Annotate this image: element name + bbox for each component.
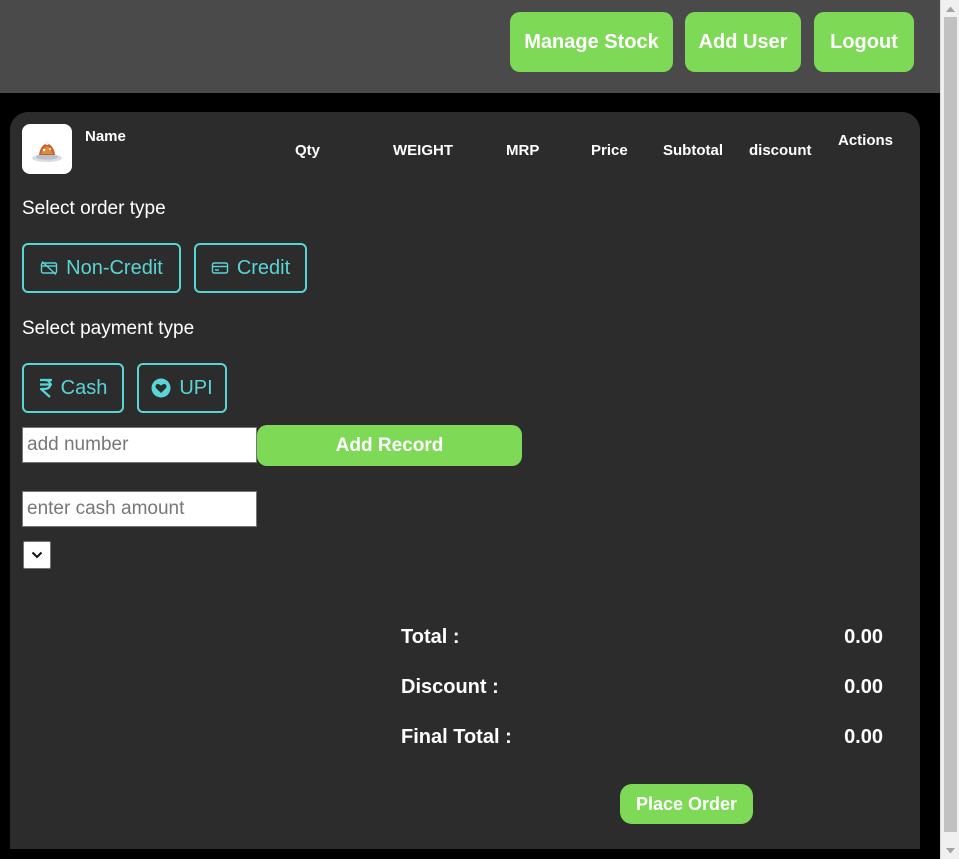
chevron-down-icon: [31, 551, 43, 559]
final-total-label: Final Total :: [401, 726, 512, 748]
payment-type-label: Select payment type: [22, 318, 195, 339]
scroll-down-icon[interactable]: [941, 842, 959, 859]
credit-card-icon: [211, 262, 229, 274]
cash-label: Cash: [60, 376, 108, 399]
place-order-button[interactable]: Place Order: [620, 784, 753, 824]
scrollbar-thumb[interactable]: [944, 17, 957, 832]
final-total-value: 0.00: [844, 726, 883, 748]
upi-label: UPI: [179, 376, 213, 399]
add-number-input[interactable]: [22, 427, 257, 463]
heart-circle-icon: [151, 378, 171, 398]
upi-button[interactable]: UPI: [137, 363, 227, 413]
column-header-actions: Actions: [838, 132, 894, 149]
non-credit-label: Non-Credit: [66, 256, 163, 279]
order-card: Name Qty WEIGHT MRP Price Subtotal disco…: [10, 112, 920, 849]
manage-stock-button[interactable]: Manage Stock: [510, 12, 673, 72]
discount-value: 0.00: [844, 676, 883, 698]
non-credit-button[interactable]: Non-Credit: [22, 243, 181, 293]
cash-button[interactable]: Cash: [22, 363, 124, 413]
no-card-icon: [40, 261, 58, 275]
product-thumbnail: [22, 124, 72, 174]
top-navbar: Manage Stock Add User Logout: [0, 0, 940, 93]
add-record-button[interactable]: Add Record: [257, 425, 522, 466]
app-viewport: Manage Stock Add User Logout Name Qty WE…: [0, 0, 940, 859]
cash-amount-input[interactable]: [22, 491, 257, 527]
column-header-subtotal: Subtotal: [663, 142, 723, 159]
total-label: Total :: [401, 626, 460, 648]
dropdown-select[interactable]: [23, 541, 51, 569]
credit-button[interactable]: Credit: [194, 243, 307, 293]
column-header-qty: Qty: [295, 142, 321, 159]
vertical-scrollbar[interactable]: [940, 0, 959, 859]
column-header-name: Name: [85, 128, 126, 145]
discount-label: Discount :: [401, 676, 499, 698]
total-value: 0.00: [844, 626, 883, 648]
column-header-weight: WEIGHT: [393, 142, 453, 159]
credit-label: Credit: [236, 256, 291, 279]
column-header-price: Price: [591, 142, 628, 159]
dish-icon: [32, 141, 62, 162]
column-header-discount: discount: [749, 142, 812, 159]
add-user-button[interactable]: Add User: [685, 12, 801, 72]
order-type-label: Select order type: [22, 198, 166, 219]
scroll-up-icon[interactable]: [941, 0, 959, 17]
rupee-icon: [39, 378, 52, 398]
column-header-mrp: MRP: [506, 142, 540, 159]
logout-button[interactable]: Logout: [814, 12, 914, 72]
